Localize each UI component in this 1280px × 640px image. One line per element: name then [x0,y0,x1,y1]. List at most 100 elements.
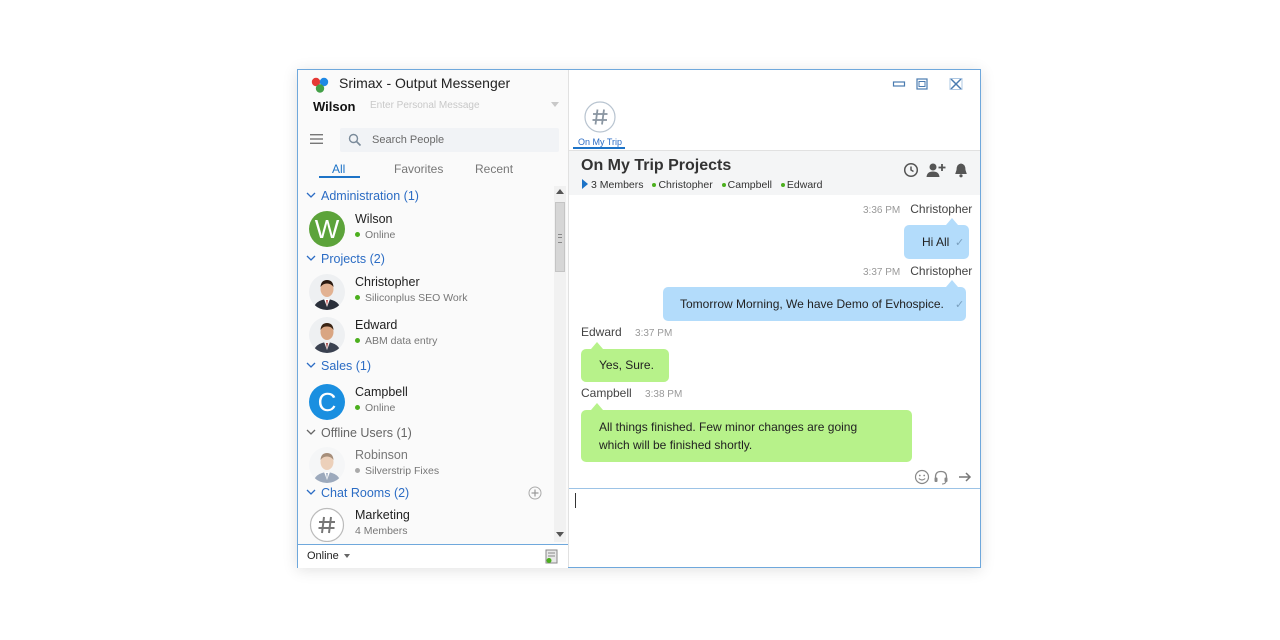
read-check-icon: ✓ [955,299,965,311]
status-bar: Online [298,544,568,568]
group-header-administration[interactable]: Administration (1) [306,189,419,207]
room-members-count: 4 Members [355,525,408,537]
add-member-icon[interactable] [926,162,946,178]
scroll-grip-icon [558,234,562,243]
contact-name: Wilson [355,212,393,226]
online-dot-icon [355,338,360,343]
add-chat-room-icon[interactable] [528,486,542,500]
avatar [309,274,345,310]
search-input[interactable] [372,132,552,148]
bubble-tail [591,342,603,349]
contact-status: Online [355,229,395,241]
contact-status: Online [355,402,395,414]
tab-favorites[interactable]: Favorites [394,162,443,176]
contact-name: Robinson [355,448,408,462]
contact-christopher[interactable]: Christopher Siliconplus SEO Work [309,274,549,314]
room-members-row[interactable]: 3 Members Christopher Campbell Edward [582,179,823,191]
bubble-tail [591,403,603,410]
contact-campbell[interactable]: C Campbell Online [309,384,549,424]
group-header-offline-users[interactable]: Offline Users (1) [306,426,412,444]
scroll-down-arrow-icon[interactable] [556,532,564,537]
server-status-icon[interactable] [545,549,558,564]
message-meta: 3:37 PM Christopher [863,264,973,278]
presence-status-select[interactable]: Online [307,550,350,562]
scroll-up-arrow-icon[interactable] [556,189,564,194]
caret-down-icon [343,554,350,558]
bubble-tail [946,218,958,225]
history-clock-icon[interactable] [903,162,919,178]
contact-name: Christopher [355,275,420,289]
chat-panel: On My Trip On My Trip Projects 3 Members… [569,70,980,567]
chevron-down-icon [306,192,316,198]
message-bubble: Tomorrow Morning, We have Demo of Evhosp… [663,287,966,321]
hamburger-menu-icon[interactable] [310,133,323,145]
avatar [309,317,345,353]
expand-members-icon [582,179,588,189]
contact-tabs: All Favorites Recent [298,160,568,182]
active-tab-indicator [319,176,360,178]
contact-status: ABM data entry [355,335,437,347]
search-icon [348,133,362,147]
read-check-icon: ✓ [955,237,965,249]
maximize-icon[interactable] [915,78,929,90]
bubble-tail [946,280,958,287]
contact-list: Administration (1) W Wilson Online Proje… [298,186,554,542]
message-bubble: All things finished. Few minor changes a… [581,410,912,462]
online-dot-icon [780,183,785,187]
search-box[interactable] [340,128,559,152]
personal-message-dropdown-icon[interactable] [551,102,559,107]
notification-bell-icon[interactable] [953,162,969,178]
contact-wilson[interactable]: W Wilson Online [309,211,549,251]
current-user-name: Wilson [313,99,356,114]
chevron-down-icon [306,429,316,435]
message-bubble: Yes, Sure. [581,349,669,382]
personal-message-field[interactable]: Enter Personal Message [370,100,560,111]
contact-status: Silverstrip Fixes [355,465,439,477]
hash-room-icon [309,507,345,542]
online-dot-icon [355,232,360,237]
app-logo-icon [311,77,329,93]
app-title: Srimax - Output Messenger [339,75,511,91]
active-room-tab-indicator [573,147,625,149]
offline-dot-icon [355,468,360,473]
tab-on-my-trip[interactable]: On My Trip [574,99,626,149]
member-chip: Christopher [652,179,713,191]
compose-divider [569,488,980,489]
group-header-chat-rooms[interactable]: Chat Rooms (2) [306,486,552,504]
send-arrow-icon[interactable] [957,469,973,485]
message-compose-input[interactable] [574,491,974,561]
contact-status: Siliconplus SEO Work [355,292,468,304]
chat-room-marketing[interactable]: Marketing 4 Members [309,507,549,542]
member-chip: Campbell [721,179,772,191]
hash-room-icon [584,101,616,133]
contact-name: Campbell [355,385,408,399]
room-title: On My Trip Projects [581,157,732,174]
chevron-down-icon [306,255,316,261]
online-dot-icon [355,405,360,410]
close-icon[interactable] [949,78,963,90]
contact-edward[interactable]: Edward ABM data entry [309,317,549,357]
group-header-sales[interactable]: Sales (1) [306,359,371,377]
chevron-down-icon [306,489,316,495]
online-dot-icon [721,183,726,187]
messenger-window: Srimax - Output Messenger Wilson Enter P… [297,69,981,568]
contacts-panel: Srimax - Output Messenger Wilson Enter P… [298,70,569,568]
message-meta: Campbell 3:38 PM [581,386,683,400]
scroll-thumb[interactable] [555,202,565,272]
headset-icon[interactable] [933,469,949,485]
chevron-down-icon [306,362,316,368]
message-meta: 3:36 PM Christopher [863,202,973,216]
online-dot-icon [355,295,360,300]
avatar [309,447,345,483]
group-header-projects[interactable]: Projects (2) [306,252,385,270]
contact-robinson[interactable]: Robinson Silverstrip Fixes [309,447,549,487]
tab-recent[interactable]: Recent [475,162,513,176]
tab-all[interactable]: All [332,162,345,176]
minimize-icon[interactable] [892,78,906,90]
text-cursor [575,493,576,508]
message-meta: Edward 3:37 PM [581,325,673,339]
member-chip: Edward [780,179,823,191]
contact-list-scrollbar[interactable] [554,186,566,542]
avatar: W [309,211,345,247]
emoji-icon[interactable] [914,469,930,485]
